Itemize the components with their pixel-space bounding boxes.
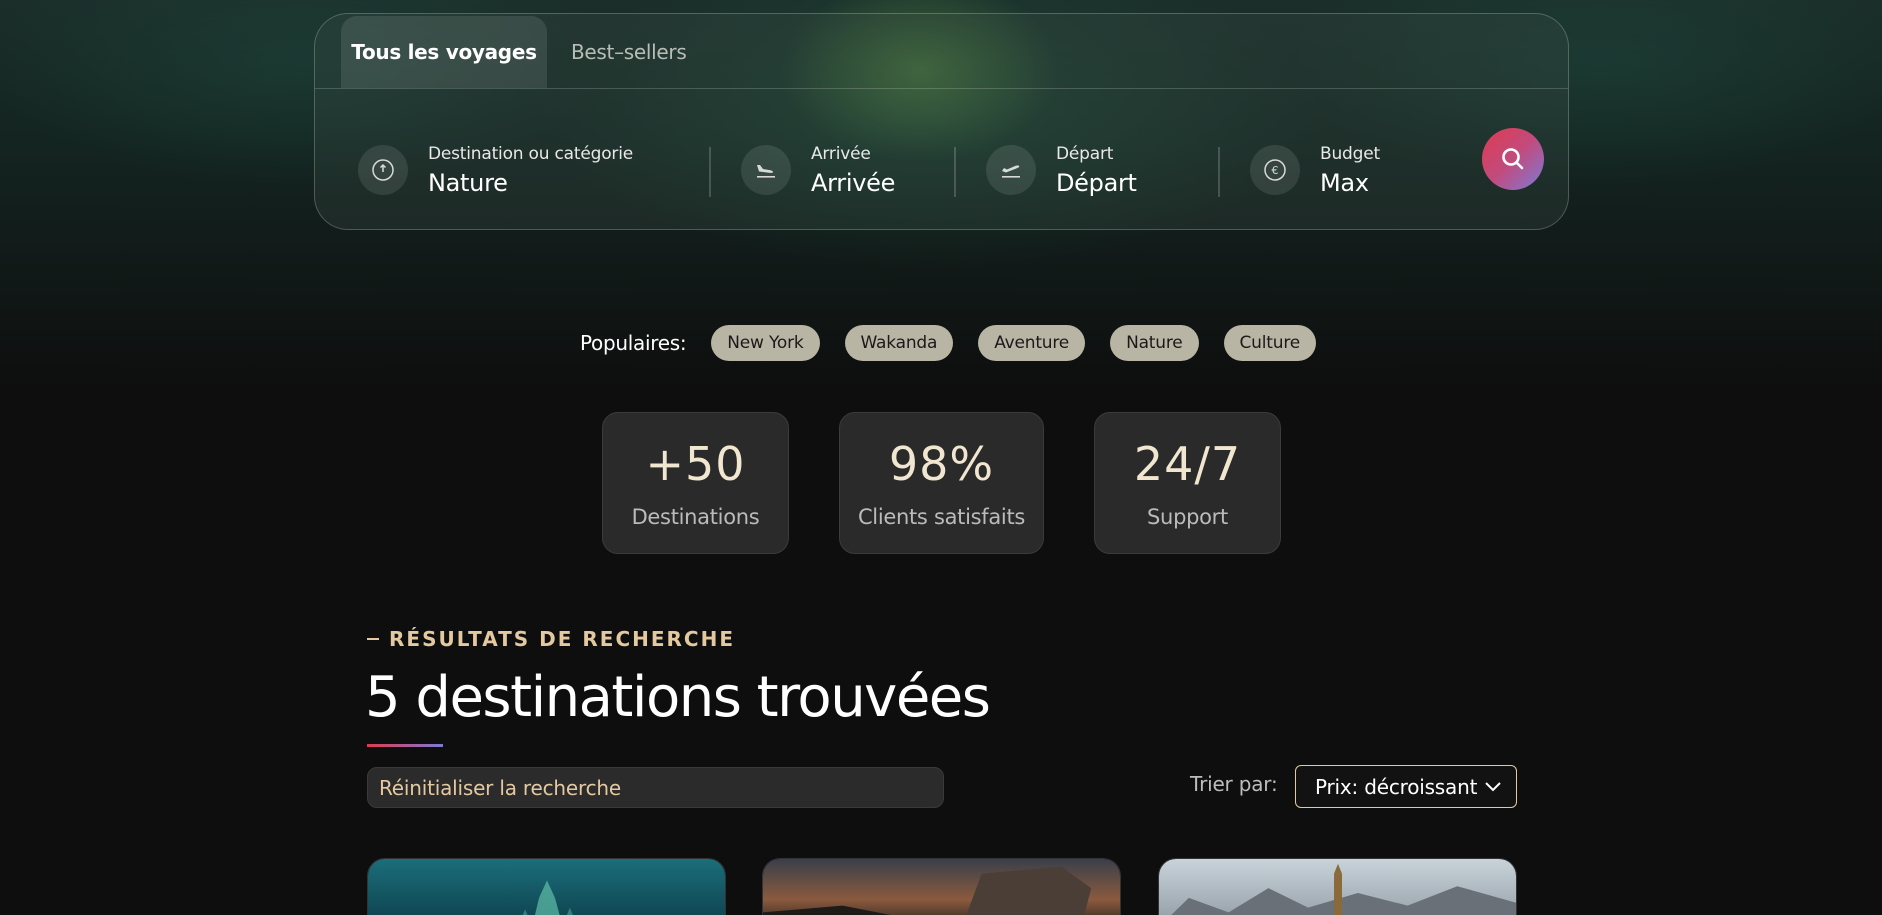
plane-takeoff-icon bbox=[986, 145, 1036, 195]
results-eyebrow: RÉSULTATS DE RECHERCHE bbox=[367, 627, 735, 651]
svg-text:€: € bbox=[1272, 164, 1279, 177]
euro-icon: € bbox=[1250, 145, 1300, 195]
stat-label: Clients satisfaits bbox=[857, 505, 1026, 529]
popular-searches: Populaires: New York Wakanda Aventure Na… bbox=[580, 325, 1341, 361]
destination-label: Destination ou catégorie bbox=[428, 143, 633, 164]
destination-value[interactable]: Nature bbox=[428, 169, 633, 197]
tab-best-sellers[interactable]: Best–sellers bbox=[571, 16, 687, 88]
popular-chip[interactable]: Wakanda bbox=[844, 325, 954, 361]
stat-label: Destinations bbox=[631, 505, 760, 529]
budget-label: Budget bbox=[1320, 143, 1380, 164]
popular-chip[interactable]: Aventure bbox=[978, 325, 1086, 361]
stat-value: 98% bbox=[888, 437, 995, 491]
stat-card-support: 24/7 Support bbox=[1094, 412, 1281, 554]
card-image bbox=[763, 859, 1120, 915]
departure-field[interactable]: Départ Départ bbox=[986, 130, 1137, 210]
tab-all-trips[interactable]: Tous les voyages bbox=[341, 16, 547, 88]
destination-card[interactable] bbox=[367, 858, 726, 915]
sort-value: Prix: décroissant bbox=[1315, 774, 1478, 799]
field-divider bbox=[954, 147, 956, 197]
plane-landing-icon bbox=[741, 145, 791, 195]
title-underline bbox=[367, 744, 443, 747]
card-image bbox=[1159, 859, 1516, 915]
destination-field[interactable]: Destination ou catégorie Nature bbox=[358, 130, 633, 210]
departure-label: Départ bbox=[1056, 143, 1114, 164]
field-divider bbox=[1218, 147, 1220, 197]
sort-label: Trier par: bbox=[1190, 772, 1278, 796]
arrival-value[interactable]: Arrivée bbox=[811, 169, 895, 197]
popular-label: Populaires: bbox=[580, 331, 687, 355]
popular-chip[interactable]: Nature bbox=[1110, 325, 1199, 361]
arrival-label: Arrivée bbox=[811, 143, 871, 164]
search-button[interactable] bbox=[1482, 128, 1544, 190]
popular-chip[interactable]: Culture bbox=[1223, 325, 1316, 361]
arrival-field[interactable]: Arrivée Arrivée bbox=[741, 130, 895, 210]
departure-value[interactable]: Départ bbox=[1056, 169, 1137, 197]
compass-icon bbox=[358, 145, 408, 195]
eyebrow-text: RÉSULTATS DE RECHERCHE bbox=[389, 627, 736, 651]
eyebrow-line bbox=[367, 638, 379, 640]
search-icon bbox=[1502, 148, 1524, 170]
budget-field[interactable]: € Budget Max bbox=[1250, 130, 1380, 210]
search-panel: Tous les voyages Best–sellers Destinatio… bbox=[314, 13, 1569, 230]
destination-card[interactable] bbox=[1158, 858, 1517, 915]
stat-card-destinations: +50 Destinations bbox=[602, 412, 789, 554]
card-image bbox=[368, 859, 725, 915]
results-title: 5 destinations trouvées bbox=[365, 665, 991, 730]
reset-search-button[interactable]: Réinitialiser la recherche bbox=[367, 767, 944, 808]
stat-value: 24/7 bbox=[1133, 437, 1242, 491]
chevron-down-icon bbox=[1485, 781, 1501, 791]
sort-select[interactable]: Prix: décroissant bbox=[1295, 765, 1517, 808]
search-tabs: Tous les voyages Best–sellers bbox=[315, 14, 1568, 89]
stat-label: Support bbox=[1147, 505, 1228, 529]
budget-value[interactable]: Max bbox=[1320, 169, 1380, 197]
stat-card-satisfaction: 98% Clients satisfaits bbox=[839, 412, 1044, 554]
destination-card[interactable] bbox=[762, 858, 1121, 915]
stat-value: +50 bbox=[645, 437, 746, 491]
popular-chip[interactable]: New York bbox=[711, 325, 820, 361]
field-divider bbox=[709, 147, 711, 197]
